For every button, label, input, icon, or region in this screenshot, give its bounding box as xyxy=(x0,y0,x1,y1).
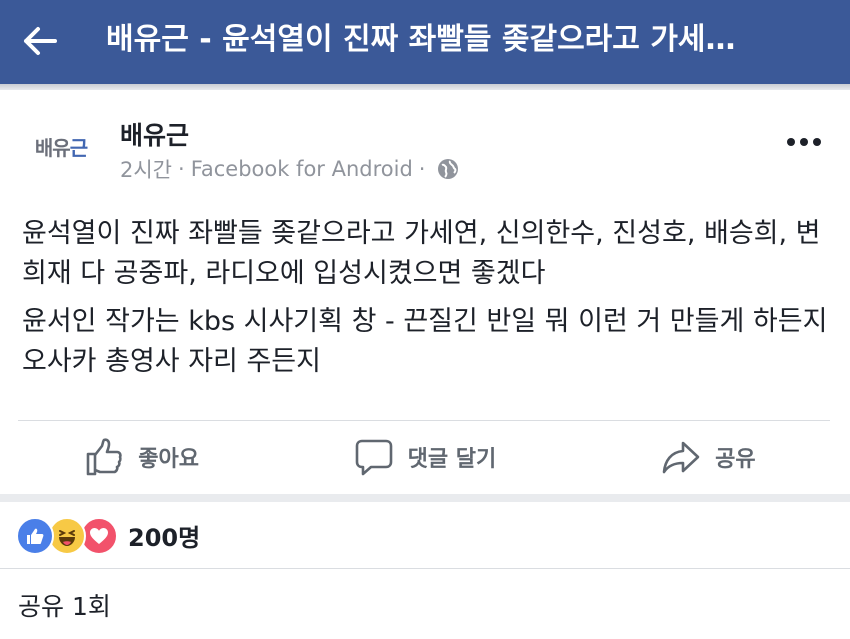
facebook-post-screen: 배유근 - 윤석열이 진짜 좌빨들 좆같으라고 가세… 배유 근 배유근 2시간 … xyxy=(0,0,850,639)
comment-bubble-icon xyxy=(355,439,392,476)
more-dots-icon xyxy=(813,138,821,146)
meta-separator: · xyxy=(178,157,185,181)
like-button[interactable]: 좋아요 xyxy=(0,421,283,493)
share-arrow-icon xyxy=(662,441,700,474)
post-paragraph: 윤서인 작가는 kbs 시사기획 창 - 끈질긴 반일 뭐 이런 거 만들게 하… xyxy=(22,306,828,377)
avatar-text-part-2: 근 xyxy=(69,135,88,160)
page-title: 배유근 - 윤석열이 진짜 좌빨들 좆같으라고 가세… xyxy=(106,22,736,57)
post-card: 배유 근 배유근 2시간 · Facebook for Android · 윤석열… xyxy=(0,90,850,494)
reaction-icons xyxy=(16,517,120,555)
comment-button[interactable]: 댓글 달기 xyxy=(283,421,566,493)
reactions-summary[interactable]: 200명 xyxy=(0,502,850,568)
back-button[interactable] xyxy=(14,17,66,65)
more-dots-icon xyxy=(800,138,808,146)
post-time[interactable]: 2시간 xyxy=(120,154,172,184)
post-paragraph: 윤석열이 진짜 좌빨들 좆같으라고 가세연, 신의한수, 진성호, 배승희, 변… xyxy=(22,218,821,289)
share-button[interactable]: 공유 xyxy=(567,421,850,493)
thumbs-up-icon xyxy=(86,438,123,476)
share-label: 공유 xyxy=(715,447,756,472)
post-meta: 2시간 · Facebook for Android · xyxy=(120,154,459,184)
like-label: 좋아요 xyxy=(138,447,200,472)
like-reaction-icon xyxy=(16,517,54,555)
post-body: 윤석열이 진짜 좌빨들 좆같으라고 가세연, 신의한수, 진성호, 배승희, 변… xyxy=(22,214,830,390)
share-count: 공유 1회 xyxy=(18,592,111,621)
section-separator xyxy=(0,494,850,502)
top-app-bar: 배유근 - 윤석열이 진짜 좌빨들 좆같으라고 가세… xyxy=(0,0,850,84)
reaction-count: 200명 xyxy=(128,523,201,552)
post-action-bar: 좋아요 댓글 달기 공유 xyxy=(0,421,850,493)
comment-label: 댓글 달기 xyxy=(407,447,497,472)
arrow-left-icon xyxy=(24,27,57,55)
avatar[interactable]: 배유 근 xyxy=(24,120,98,172)
avatar-text-part-1: 배유 xyxy=(34,135,71,160)
author-name[interactable]: 배유근 xyxy=(120,116,189,152)
more-options-button[interactable] xyxy=(784,130,824,154)
meta-separator: · xyxy=(418,157,426,181)
more-dots-icon xyxy=(787,138,795,146)
globe-icon xyxy=(438,159,459,179)
shares-summary[interactable]: 공유 1회 xyxy=(0,569,850,639)
post-source: Facebook for Android xyxy=(190,157,413,181)
